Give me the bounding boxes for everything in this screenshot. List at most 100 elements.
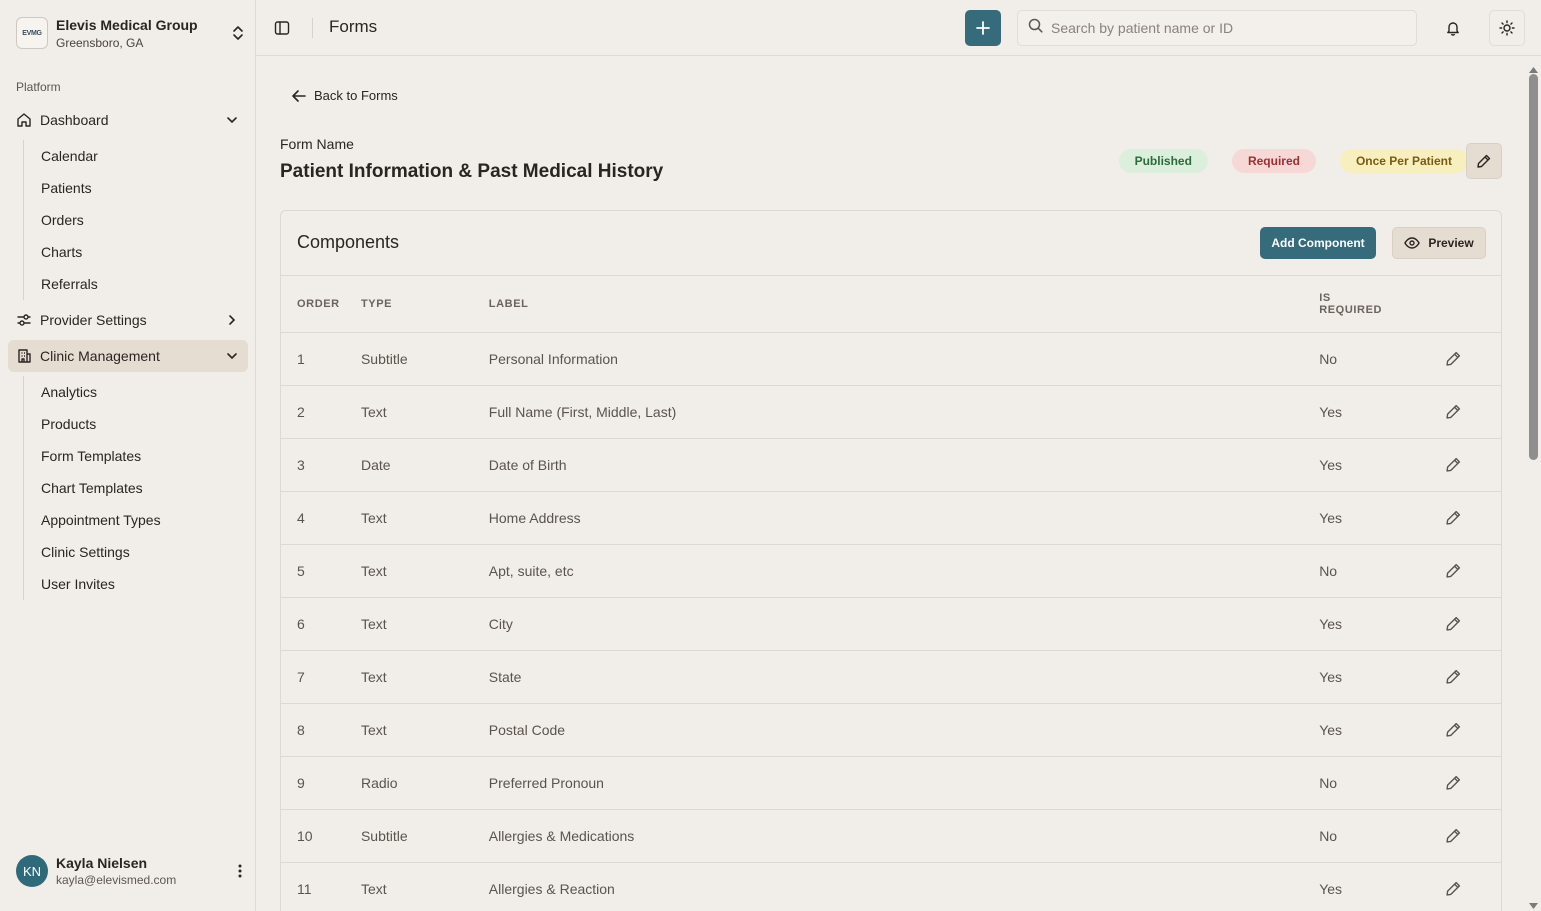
- cell-is-required: Yes: [1319, 615, 1343, 632]
- dashboard-subnav: Calendar Patients Orders Charts Referral…: [23, 140, 248, 300]
- pencil-icon: [1445, 828, 1460, 843]
- scrollbar-thumb[interactable]: [1529, 74, 1538, 460]
- table-row: 3 Date Date of Birth Yes: [281, 438, 1501, 491]
- table-row: 4 Text Home Address Yes: [281, 491, 1501, 544]
- user-email: kayla@elevismed.com: [56, 873, 177, 887]
- sidebar-item-orders[interactable]: Orders: [41, 204, 248, 236]
- pencil-icon: [1445, 775, 1460, 790]
- cell-is-required: No: [1319, 774, 1338, 791]
- cell-is-required: Yes: [1319, 721, 1343, 738]
- edit-row-button[interactable]: [1439, 504, 1467, 532]
- org-name: Elevis Medical Group: [56, 16, 198, 33]
- search-input[interactable]: [1051, 20, 1391, 36]
- search-bar[interactable]: [1017, 10, 1417, 46]
- sidebar-item-provider-settings[interactable]: Provider Settings: [8, 304, 248, 336]
- form-name-label: Form Name: [280, 136, 354, 152]
- table-header-row: ORDER TYPE LABEL IS REQUIRED: [281, 276, 1501, 332]
- edit-row-button[interactable]: [1439, 451, 1467, 479]
- page-title: Forms: [329, 17, 378, 36]
- cell-is-required: Yes: [1319, 668, 1343, 685]
- sidebar-item-charts[interactable]: Charts: [41, 236, 248, 268]
- chevrons-up-down-icon[interactable]: [228, 23, 248, 43]
- pencil-icon: [1445, 616, 1460, 631]
- cell-type: Text: [360, 880, 387, 897]
- add-component-button[interactable]: Add Component: [1260, 227, 1376, 259]
- components-card: Components Add Component Preview ORDER T…: [280, 210, 1502, 911]
- pencil-icon: [1445, 669, 1460, 684]
- avatar: KN: [16, 855, 48, 887]
- sidebar-item-label: Dashboard: [40, 112, 109, 128]
- cell-label: Postal Code: [488, 721, 566, 738]
- org-location: Greensboro, GA: [56, 35, 144, 50]
- form-title: Patient Information & Past Medical Histo…: [280, 161, 664, 182]
- cell-order: 3: [297, 456, 305, 473]
- cell-label: Allergies & Medications: [488, 827, 635, 844]
- cell-is-required: No: [1319, 350, 1338, 367]
- edit-row-button[interactable]: [1439, 663, 1467, 691]
- sidebar: EVMG Elevis Medical Group Greensboro, GA…: [0, 0, 256, 911]
- sidebar-item-dashboard[interactable]: Dashboard: [8, 104, 248, 136]
- add-button[interactable]: [965, 10, 1001, 46]
- edit-row-button[interactable]: [1439, 345, 1467, 373]
- cell-label: Date of Birth: [488, 456, 567, 473]
- sidebar-item-calendar[interactable]: Calendar: [41, 140, 248, 172]
- scroll-down-arrow-icon[interactable]: [1529, 896, 1538, 911]
- form-badges: Published Required Once Per Patient: [1095, 149, 1468, 173]
- cell-label: State: [488, 668, 522, 685]
- table-row: 10 Subtitle Allergies & Medications No: [281, 809, 1501, 862]
- pencil-icon: [1445, 510, 1460, 525]
- cell-order: 7: [297, 668, 305, 685]
- cell-type: Text: [360, 721, 387, 738]
- home-icon: [16, 112, 32, 128]
- more-vertical-icon[interactable]: [232, 863, 248, 879]
- user-profile[interactable]: KN Kayla Nielsen kayla@elevismed.com: [16, 855, 248, 887]
- edit-row-button[interactable]: [1439, 822, 1467, 850]
- chevron-right-icon[interactable]: [224, 312, 240, 328]
- cell-order: 1: [297, 350, 305, 367]
- column-header-order: ORDER: [297, 297, 340, 310]
- sidebar-item-form-templates[interactable]: Form Templates: [41, 440, 248, 472]
- pencil-icon: [1445, 563, 1460, 578]
- cell-order: 4: [297, 509, 305, 526]
- edit-row-button[interactable]: [1439, 557, 1467, 585]
- edit-row-button[interactable]: [1439, 610, 1467, 638]
- org-switcher[interactable]: EVMG Elevis Medical Group Greensboro, GA: [16, 14, 248, 52]
- components-table: ORDER TYPE LABEL IS REQUIRED 1 Subtitle Pe…: [281, 276, 1501, 911]
- preview-button[interactable]: Preview: [1392, 227, 1486, 259]
- sidebar-item-chart-templates[interactable]: Chart Templates: [41, 472, 248, 504]
- sidebar-item-analytics[interactable]: Analytics: [41, 376, 248, 408]
- chevron-down-icon[interactable]: [224, 348, 240, 364]
- sidebar-item-referrals[interactable]: Referrals: [41, 268, 248, 300]
- bell-icon[interactable]: [1439, 14, 1467, 42]
- scrollbar[interactable]: [1526, 56, 1541, 911]
- sidebar-toggle-icon[interactable]: [272, 16, 292, 40]
- sidebar-nav: Dashboard Calendar Patients Orders Chart…: [8, 104, 248, 604]
- clinic-management-subnav: Analytics Products Form Templates Chart …: [23, 376, 248, 600]
- cell-order: 10: [297, 827, 313, 844]
- sidebar-item-products[interactable]: Products: [41, 408, 248, 440]
- edit-form-button[interactable]: [1466, 143, 1502, 179]
- cell-type: Subtitle: [360, 827, 408, 844]
- edit-row-button[interactable]: [1439, 875, 1467, 903]
- search-icon: [1028, 18, 1043, 38]
- back-to-forms-link[interactable]: Back to Forms: [292, 88, 398, 103]
- eye-icon: [1404, 237, 1421, 249]
- column-header-label: LABEL: [488, 297, 529, 310]
- edit-row-button[interactable]: [1439, 769, 1467, 797]
- edit-row-button[interactable]: [1439, 716, 1467, 744]
- sidebar-item-clinic-settings[interactable]: Clinic Settings: [41, 536, 248, 568]
- cell-is-required: No: [1319, 562, 1338, 579]
- sidebar-item-appointment-types[interactable]: Appointment Types: [41, 504, 248, 536]
- cell-label: Full Name (First, Middle, Last): [488, 403, 677, 420]
- table-row: 9 Radio Preferred Pronoun No: [281, 756, 1501, 809]
- sidebar-item-user-invites[interactable]: User Invites: [41, 568, 248, 600]
- chevron-down-icon[interactable]: [224, 112, 240, 128]
- pencil-icon: [1445, 881, 1460, 896]
- sidebar-item-patients[interactable]: Patients: [41, 172, 248, 204]
- status-badge-required: Required: [1231, 149, 1316, 173]
- pencil-icon: [1445, 457, 1460, 472]
- table-row: 5 Text Apt, suite, etc No: [281, 544, 1501, 597]
- sun-icon[interactable]: [1489, 10, 1525, 46]
- edit-row-button[interactable]: [1439, 398, 1467, 426]
- sidebar-item-clinic-management[interactable]: Clinic Management: [8, 340, 248, 372]
